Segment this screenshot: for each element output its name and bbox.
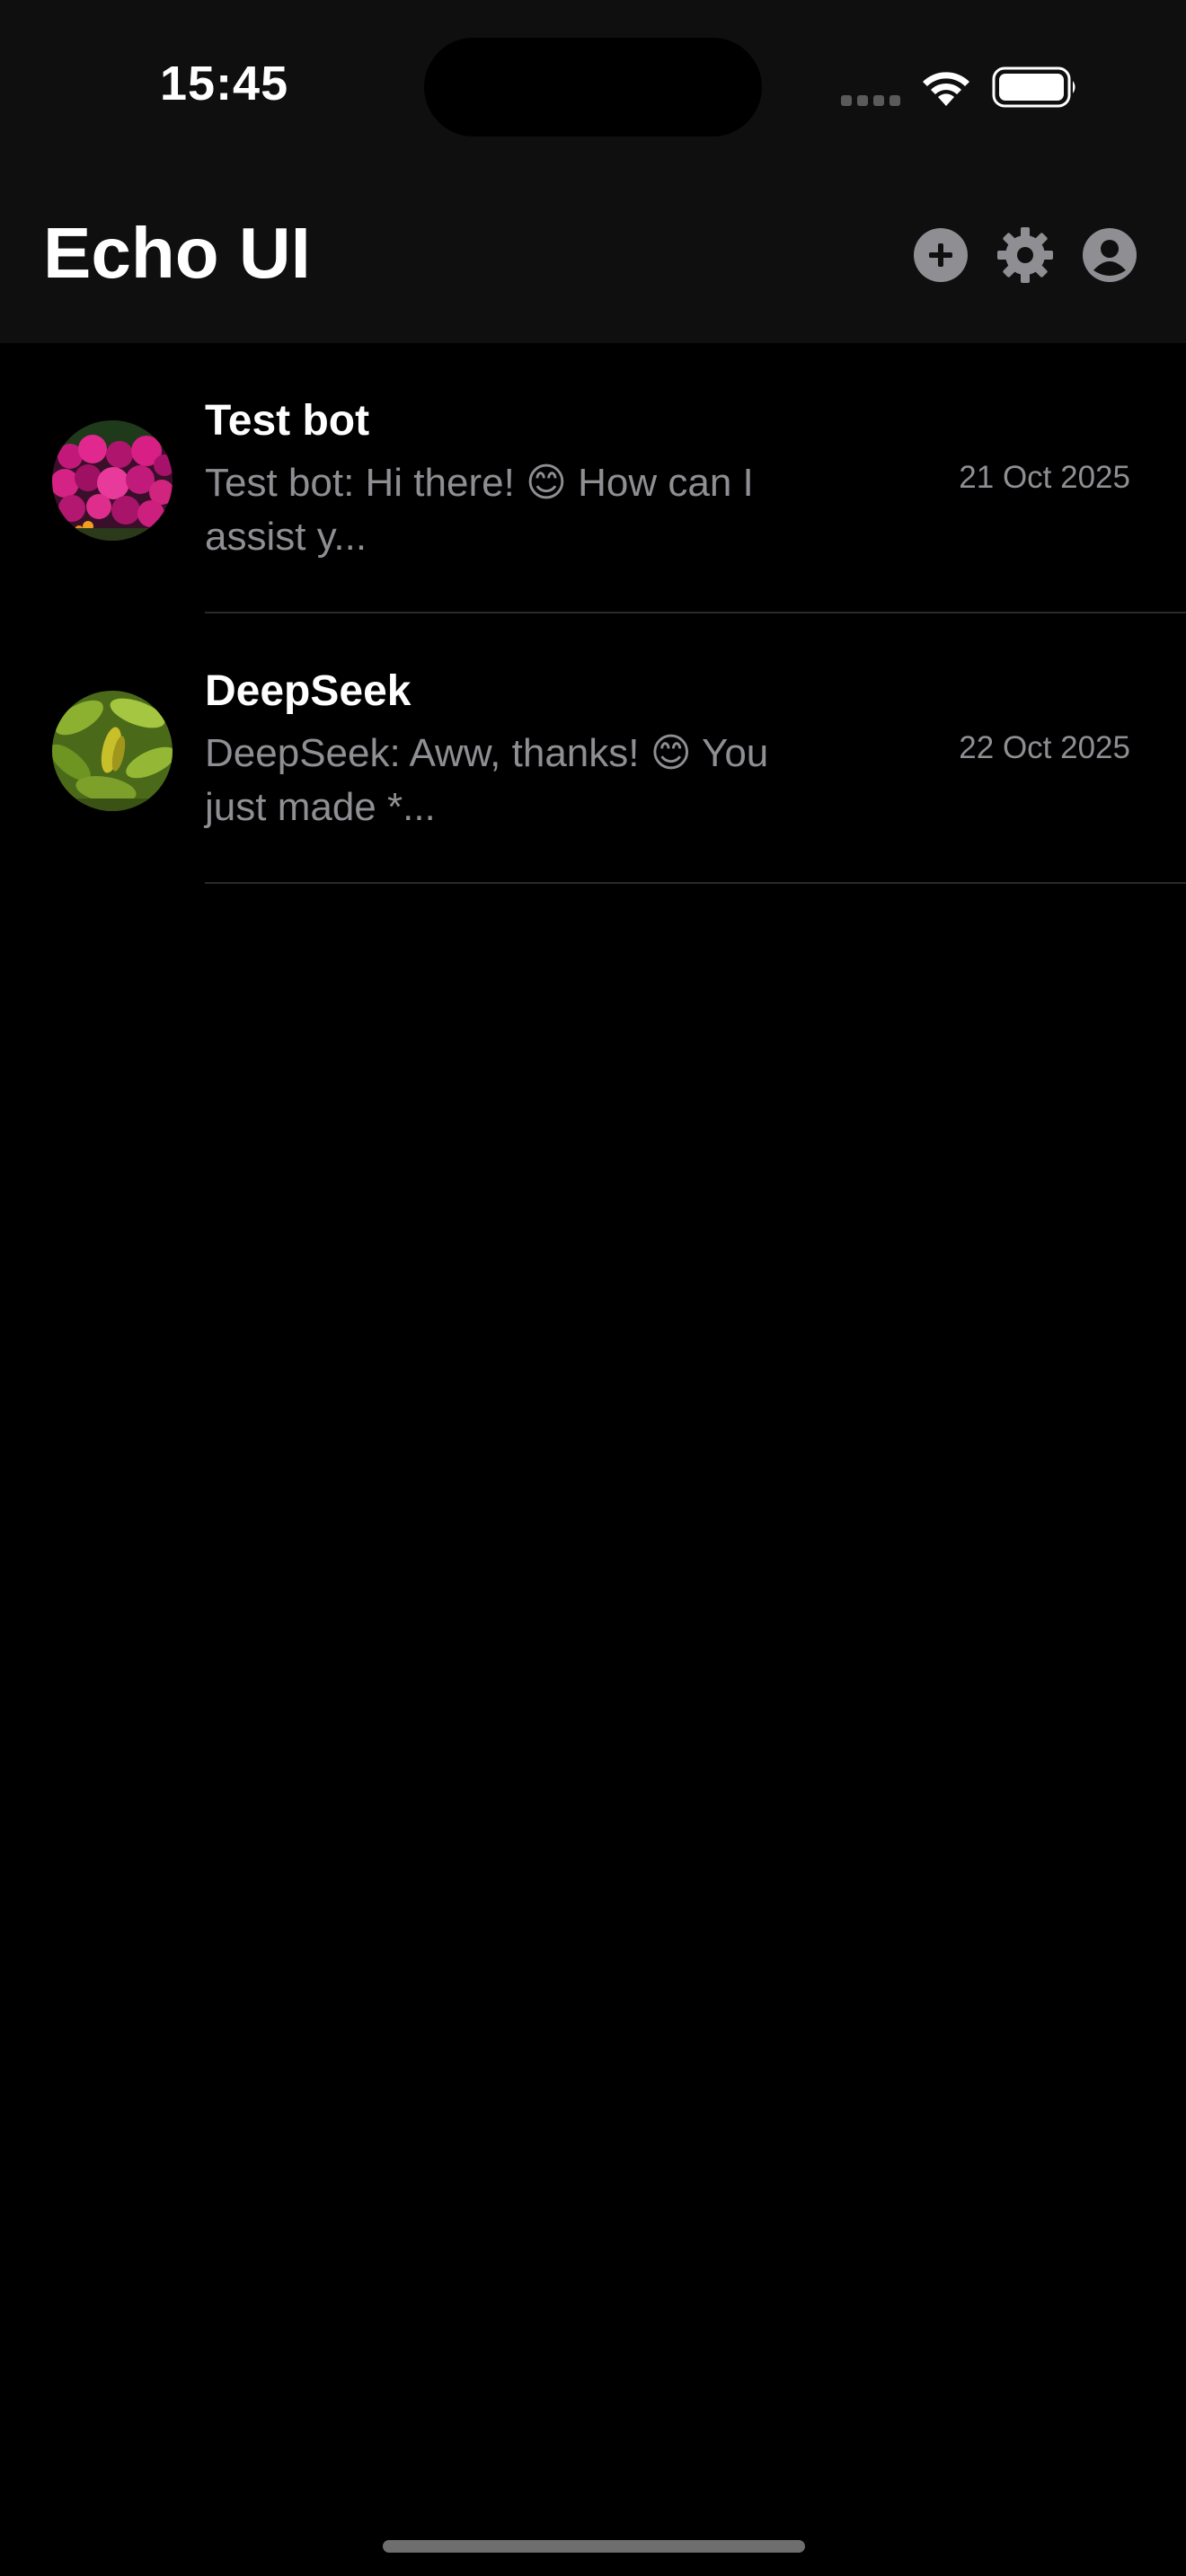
person-circle-icon [1083,228,1137,282]
avatar [52,420,173,541]
chat-name: DeepSeek [205,667,412,715]
gear-icon [997,227,1053,283]
profile-button[interactable] [1082,227,1137,283]
chat-preview: Test bot: Hi there! 😊 How can I assist y… [205,461,754,559]
chat-date: 21 Oct 2025 [959,460,1130,495]
chat-row-deepseek[interactable]: DeepSeek DeepSeek: Aww, thanks! 😊 You ju… [0,613,1186,884]
home-indicator[interactable] [383,2540,805,2553]
dynamic-island [424,38,762,137]
green-leaves-avatar [52,691,173,811]
wifi-icon [918,65,974,110]
avatar [52,691,173,811]
signal-icon [841,95,900,106]
page-title: Echo UI [43,213,311,293]
add-chat-button[interactable] [913,227,969,283]
chat-preview: DeepSeek: Aww, thanks! 😊 You just made *… [205,731,769,829]
status-bar: 15:45 [0,0,1186,171]
chat-name: Test bot [205,397,370,445]
magenta-flowers-avatar [52,420,173,541]
row-divider [205,882,1186,884]
plus-circle-icon [914,228,968,282]
chat-row-test-bot[interactable]: Test bot Test bot: Hi there! 😊 How can I… [0,343,1186,613]
battery-icon [992,66,1078,108]
chat-date: 22 Oct 2025 [959,730,1130,765]
settings-button[interactable] [997,227,1053,283]
status-time: 15:45 [160,57,289,110]
app-header: Echo UI [0,171,1186,343]
